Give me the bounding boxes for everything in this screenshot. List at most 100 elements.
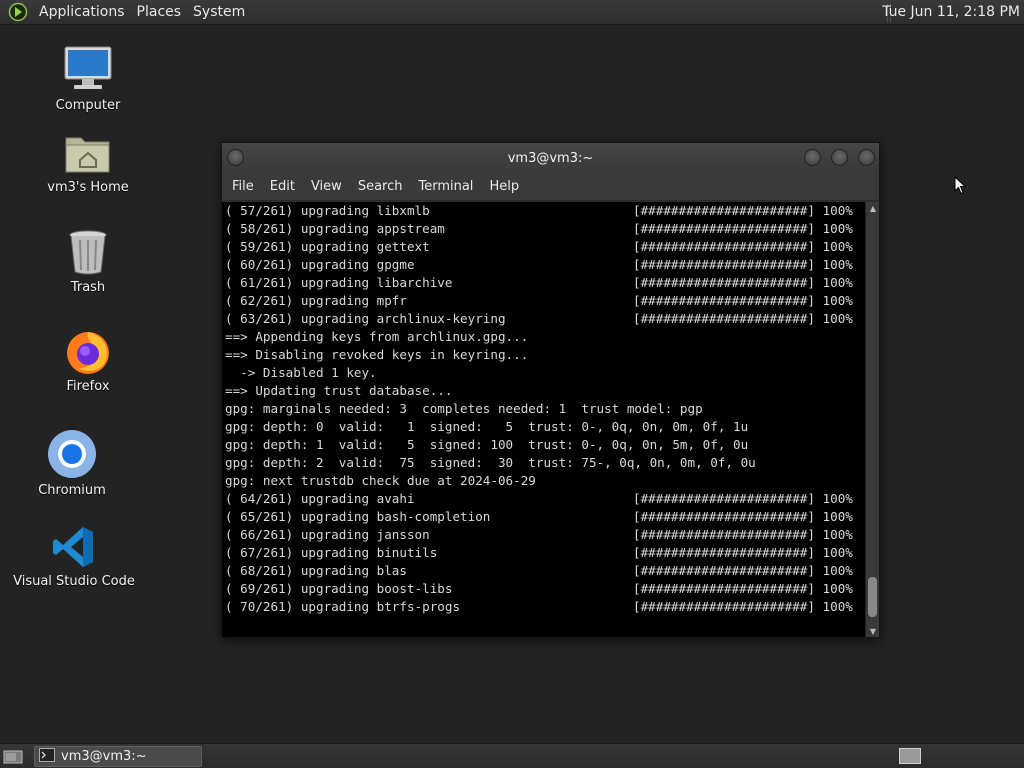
terminal-line: ==> Appending keys from archlinux.gpg... bbox=[222, 328, 865, 346]
terminal-scrollbar[interactable]: ▲ ▼ bbox=[865, 202, 879, 637]
minimize-button[interactable] bbox=[804, 149, 821, 166]
terminal-task-icon bbox=[39, 747, 55, 766]
menu-file[interactable]: File bbox=[224, 173, 262, 201]
terminal-line: ( 68/261) upgrading blas [###############… bbox=[222, 562, 865, 580]
desktop-icon-computer[interactable]: Computer bbox=[23, 44, 153, 113]
terminal-line-text: ( 57/261) upgrading libxmlb bbox=[225, 203, 430, 218]
terminal-line: -> Disabled 1 key. bbox=[222, 364, 865, 382]
menu-places[interactable]: Places bbox=[131, 0, 188, 25]
menu-help[interactable]: Help bbox=[481, 173, 527, 201]
menu-system[interactable]: System bbox=[187, 0, 251, 25]
terminal-line: ==> Disabling revoked keys in keyring... bbox=[222, 346, 865, 364]
bottom-panel: vm3@vm3:~ bbox=[0, 743, 1024, 768]
desktop-icon-firefox[interactable]: Firefox bbox=[23, 325, 153, 394]
menu-view[interactable]: View bbox=[303, 173, 350, 201]
terminal-line-text: gpg: marginals needed: 3 completes neede… bbox=[225, 401, 703, 416]
progress-status: [######################] 100% bbox=[633, 311, 853, 326]
terminal-line: ( 65/261) upgrading bash-completion [####… bbox=[222, 508, 865, 526]
chromium-icon bbox=[47, 429, 97, 479]
terminal-line: ( 59/261) upgrading gettext [############… bbox=[222, 238, 865, 256]
menu-applications[interactable]: Applications bbox=[33, 0, 131, 25]
menu-logo-icon[interactable] bbox=[7, 1, 29, 23]
terminal-output[interactable]: ( 57/261) upgrading libxmlb [############… bbox=[222, 202, 865, 637]
terminal-line: ( 66/261) upgrading jansson [############… bbox=[222, 526, 865, 544]
terminal-line-text: ( 63/261) upgrading archlinux-keyring bbox=[225, 311, 506, 326]
terminal-line-text: ( 60/261) upgrading gpgme bbox=[225, 257, 415, 272]
progress-status: [######################] 100% bbox=[633, 203, 853, 218]
progress-status: [######################] 100% bbox=[633, 239, 853, 254]
terminal-line: ( 57/261) upgrading libxmlb [############… bbox=[222, 202, 865, 220]
terminal-line: gpg: marginals needed: 3 completes neede… bbox=[222, 400, 865, 418]
clock[interactable]: Tue Jun 11, 2:18 PM bbox=[882, 0, 1020, 25]
terminal-line-text: ( 59/261) upgrading gettext bbox=[225, 239, 430, 254]
show-desktop-icon[interactable] bbox=[2, 747, 24, 766]
progress-status: [######################] 100% bbox=[633, 581, 853, 596]
top-panel: Applications Places System Tue Jun 11, 2… bbox=[0, 0, 1024, 25]
firefox-icon bbox=[63, 325, 113, 375]
progress-status: [######################] 100% bbox=[633, 257, 853, 272]
terminal-line: gpg: depth: 2 valid: 75 signed: 30 trust… bbox=[222, 454, 865, 472]
terminal-line: ( 58/261) upgrading appstream [##########… bbox=[222, 220, 865, 238]
window-titlebar[interactable]: vm3@vm3:~ bbox=[222, 143, 879, 173]
home-folder-icon bbox=[63, 126, 113, 176]
terminal-line-text: ==> Appending keys from archlinux.gpg... bbox=[225, 329, 529, 344]
terminal-line-text: ( 67/261) upgrading binutils bbox=[225, 545, 438, 560]
desktop-icon-label: Firefox bbox=[66, 379, 110, 394]
terminal-line-text: ( 70/261) upgrading btrfs-progs bbox=[225, 599, 461, 614]
terminal-line: gpg: depth: 0 valid: 1 signed: 5 trust: … bbox=[222, 418, 865, 436]
terminal-line: ( 61/261) upgrading libarchive [#########… bbox=[222, 274, 865, 292]
terminal-line: ( 60/261) upgrading gpgme [##############… bbox=[222, 256, 865, 274]
scroll-up-icon[interactable]: ▲ bbox=[866, 202, 880, 214]
terminal-line-text: gpg: depth: 0 valid: 1 signed: 5 trust: … bbox=[225, 419, 749, 434]
progress-status: [######################] 100% bbox=[633, 509, 853, 524]
terminal-line-text: gpg: depth: 1 valid: 5 signed: 100 trust… bbox=[225, 437, 749, 452]
progress-status: [######################] 100% bbox=[633, 221, 853, 236]
desktop-icon-label: Visual Studio Code bbox=[13, 574, 135, 589]
terminal-line: ( 62/261) upgrading mpfr [###############… bbox=[222, 292, 865, 310]
terminal-line-text: ( 65/261) upgrading bash-completion bbox=[225, 509, 491, 524]
mouse-cursor-icon bbox=[954, 175, 967, 199]
desktop-icon-vscode[interactable]: Visual Studio Code bbox=[9, 520, 139, 589]
taskbar-button-label: vm3@vm3:~ bbox=[61, 749, 147, 764]
terminal-line-text: ( 68/261) upgrading blas bbox=[225, 563, 407, 578]
progress-status: [######################] 100% bbox=[633, 545, 853, 560]
desktop-icon-trash[interactable]: Trash bbox=[23, 226, 153, 295]
terminal-window[interactable]: vm3@vm3:~ File Edit View Search Terminal… bbox=[221, 142, 880, 638]
scroll-down-icon[interactable]: ▼ bbox=[866, 625, 880, 637]
desktop-icon-home[interactable]: vm3's Home bbox=[23, 126, 153, 195]
terminal-line: ( 70/261) upgrading btrfs-progs [########… bbox=[222, 598, 865, 616]
terminal-line: gpg: next trustdb check due at 2024-06-2… bbox=[222, 472, 865, 490]
taskbar-button-terminal[interactable]: vm3@vm3:~ bbox=[34, 746, 202, 767]
terminal-menubar: File Edit View Search Terminal Help bbox=[222, 173, 879, 201]
terminal-line-text: ( 64/261) upgrading avahi bbox=[225, 491, 415, 506]
desktop-icon-label: Trash bbox=[70, 280, 106, 295]
terminal-line-text: ( 61/261) upgrading libarchive bbox=[225, 275, 453, 290]
trash-icon bbox=[63, 226, 113, 276]
scroll-thumb[interactable] bbox=[868, 577, 877, 617]
desktop-icon-chromium[interactable]: Chromium bbox=[7, 429, 137, 498]
window-title: vm3@vm3:~ bbox=[507, 150, 594, 166]
terminal-line: ( 67/261) upgrading binutils [###########… bbox=[222, 544, 865, 562]
progress-status: [######################] 100% bbox=[633, 527, 853, 542]
menu-terminal[interactable]: Terminal bbox=[410, 173, 481, 201]
close-button[interactable] bbox=[858, 149, 875, 166]
workspace-switcher[interactable] bbox=[899, 748, 921, 764]
desktop-icon-label: Chromium bbox=[38, 483, 106, 498]
menu-edit[interactable]: Edit bbox=[262, 173, 303, 201]
terminal-line: ( 69/261) upgrading boost-libs [#########… bbox=[222, 580, 865, 598]
progress-status: [######################] 100% bbox=[633, 275, 853, 290]
vscode-icon bbox=[49, 520, 99, 570]
progress-status: [######################] 100% bbox=[633, 563, 853, 578]
terminal-line-text: gpg: next trustdb check due at 2024-06-2… bbox=[225, 473, 536, 488]
terminal-line-text: gpg: depth: 2 valid: 75 signed: 30 trust… bbox=[225, 455, 756, 470]
menu-search[interactable]: Search bbox=[350, 173, 411, 201]
terminal-line-text: ( 62/261) upgrading mpfr bbox=[225, 293, 407, 308]
progress-status: [######################] 100% bbox=[633, 491, 853, 506]
terminal-line: gpg: depth: 1 valid: 5 signed: 100 trust… bbox=[222, 436, 865, 454]
window-menu-icon[interactable] bbox=[227, 149, 244, 166]
terminal-line-text: ( 66/261) upgrading jansson bbox=[225, 527, 430, 542]
computer-icon bbox=[63, 44, 113, 94]
desktop-icon-label: vm3's Home bbox=[47, 180, 129, 195]
maximize-button[interactable] bbox=[831, 149, 848, 166]
progress-status: [######################] 100% bbox=[633, 293, 853, 308]
